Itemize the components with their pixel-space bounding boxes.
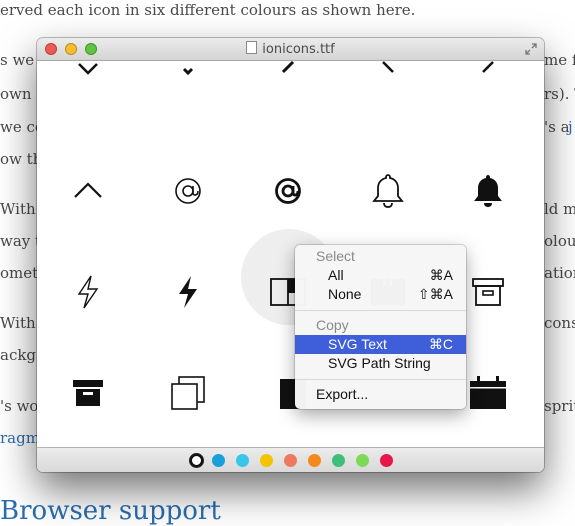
color-swatch[interactable]	[380, 454, 393, 467]
menu-item-select-all[interactable]: All ⌘A	[295, 266, 466, 285]
color-swatch[interactable]	[260, 454, 273, 467]
color-swatch[interactable]	[236, 454, 249, 467]
flash-icon[interactable]	[158, 262, 218, 322]
article-fragment: way t	[0, 232, 42, 250]
menu-separator	[295, 310, 466, 311]
article-fragment: ation	[544, 264, 575, 282]
article-fragment: own	[0, 85, 32, 103]
copy-icon[interactable]	[158, 363, 218, 423]
article-fragment: 's wo	[0, 397, 39, 415]
article-fragment: rs). T	[544, 85, 575, 103]
article-text-line: erved each icon in six different colours…	[0, 1, 416, 19]
menu-item-shortcut: ⇧⌘A	[417, 286, 453, 302]
chevron-left-icon[interactable]	[258, 61, 318, 99]
article-link-fragment[interactable]: j	[568, 118, 573, 136]
article-fragment: s we	[0, 51, 35, 69]
article-fragment: ld m	[544, 200, 575, 218]
context-menu: Select All ⌘A None ⇧⌘A Copy SVG Text ⌘C …	[295, 245, 466, 409]
window-title-text: ionicons.ttf	[262, 42, 335, 57]
chevron-left-icon[interactable]	[458, 61, 518, 99]
menu-section-header-select: Select	[316, 248, 355, 264]
menu-item-select-none[interactable]: None ⇧⌘A	[295, 285, 466, 304]
color-palette-bar	[37, 447, 544, 472]
article-fragment: omet	[0, 264, 39, 282]
article-fragment: cons	[544, 314, 575, 332]
menu-item-export[interactable]: Export...	[295, 385, 466, 404]
article-fragment: sprit	[544, 397, 575, 415]
at-icon[interactable]	[258, 161, 318, 221]
article-heading: Browser support	[0, 496, 221, 526]
menu-item-shortcut: ⌘A	[429, 267, 453, 283]
bell-icon[interactable]	[458, 161, 518, 221]
article-fragment: 's a	[544, 118, 570, 136]
article-fragment: ow th	[0, 150, 43, 168]
chevron-down-icon[interactable]	[58, 61, 118, 99]
menu-item-label: None	[328, 286, 362, 302]
calendar-icon[interactable]	[458, 363, 518, 423]
menu-item-label: All	[328, 267, 344, 283]
color-swatch[interactable]	[190, 454, 203, 467]
menu-item-shortcut: ⌘C	[428, 336, 453, 352]
window-title: ionicons.ttf	[37, 41, 544, 57]
color-swatch[interactable]	[356, 454, 369, 467]
document-icon	[246, 41, 258, 54]
menu-item-svg-path-string[interactable]: SVG Path String	[295, 354, 466, 373]
chevron-right-icon[interactable]	[358, 61, 418, 99]
chevron-up-icon[interactable]	[58, 161, 118, 221]
menu-item-label: SVG Text	[328, 336, 387, 352]
article-fragment: olou	[544, 232, 575, 250]
article-fragment: ackg	[0, 346, 37, 364]
chevron-down-icon[interactable]	[158, 61, 218, 99]
fullscreen-icon[interactable]	[524, 42, 538, 56]
flash-icon[interactable]	[58, 262, 118, 322]
color-swatch[interactable]	[212, 454, 225, 467]
color-swatch[interactable]	[308, 454, 321, 467]
bell-icon[interactable]	[358, 161, 418, 221]
menu-item-label: SVG Path String	[328, 355, 431, 371]
article-fragment: me f	[544, 51, 575, 69]
icon-viewer-window: ionicons.ttf	[37, 38, 544, 472]
color-swatch[interactable]	[332, 454, 345, 467]
title-bar[interactable]: ionicons.ttf	[37, 38, 544, 61]
article-link-fragment[interactable]: ragm	[0, 429, 40, 447]
archive-icon[interactable]	[458, 262, 518, 322]
menu-item-svg-text[interactable]: SVG Text ⌘C	[295, 335, 466, 354]
color-swatch[interactable]	[284, 454, 297, 467]
at-icon[interactable]	[158, 161, 218, 221]
menu-section-header-copy: Copy	[316, 317, 349, 333]
archive-icon[interactable]	[58, 363, 118, 423]
menu-item-label: Export...	[316, 386, 369, 402]
menu-separator	[295, 379, 466, 380]
icon-grid	[37, 61, 544, 448]
